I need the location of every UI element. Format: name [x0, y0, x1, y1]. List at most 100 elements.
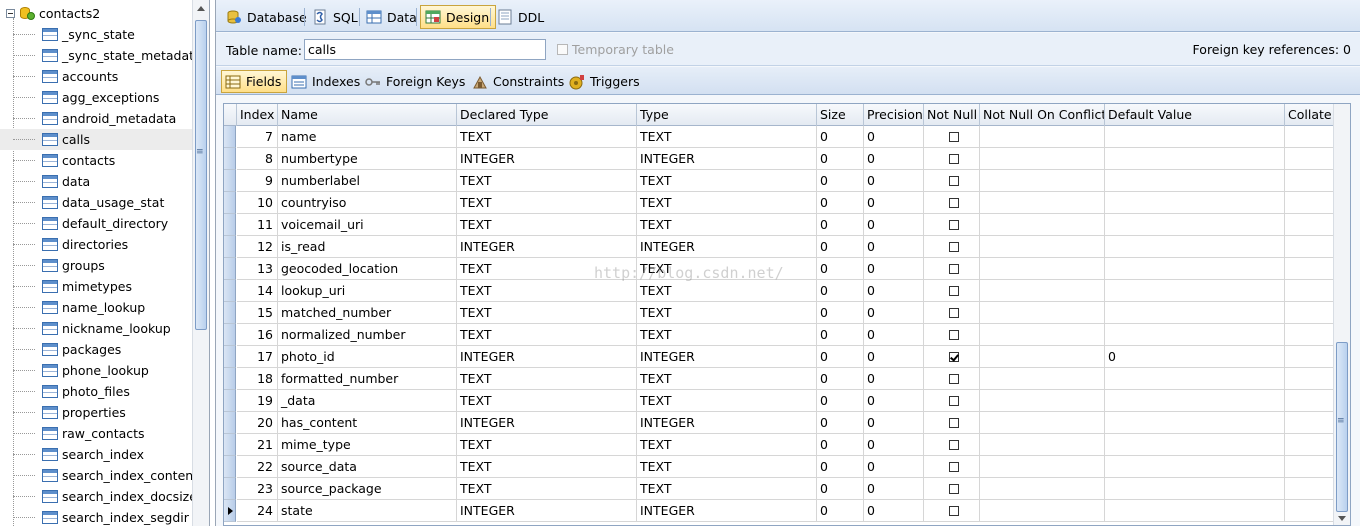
- cell-name[interactable]: lookup_uri: [278, 280, 457, 302]
- tree-scrollbar[interactable]: ≡: [192, 0, 209, 526]
- tree-item-table[interactable]: data: [0, 171, 192, 192]
- scroll-down-arrow-icon[interactable]: [1338, 516, 1346, 521]
- not-null-cell[interactable]: [924, 478, 980, 500]
- not-null-cell[interactable]: [924, 170, 980, 192]
- row-indicator[interactable]: [224, 478, 236, 500]
- cell-declared[interactable]: TEXT: [457, 170, 637, 192]
- not-null-checkbox[interactable]: [949, 330, 959, 340]
- cell-precision[interactable]: 0: [864, 456, 924, 478]
- table-row[interactable]: 12 is_read INTEGER INTEGER 0 0: [224, 236, 1334, 258]
- table-row[interactable]: 21 mime_type TEXT TEXT 0 0: [224, 434, 1334, 456]
- cell-size[interactable]: 0: [817, 302, 864, 324]
- tree-item-table[interactable]: _sync_state: [0, 24, 192, 45]
- cell-name[interactable]: mime_type: [278, 434, 457, 456]
- cell-size[interactable]: 0: [817, 346, 864, 368]
- subtab-fields[interactable]: Fields: [221, 70, 288, 93]
- table-row[interactable]: 22 source_data TEXT TEXT 0 0: [224, 456, 1334, 478]
- tree-item-table[interactable]: contacts: [0, 150, 192, 171]
- cell-name[interactable]: source_package: [278, 478, 457, 500]
- cell-default[interactable]: [1105, 412, 1285, 434]
- table-row[interactable]: 23 source_package TEXT TEXT 0 0: [224, 478, 1334, 500]
- cell-collate[interactable]: [1285, 302, 1334, 324]
- cell-nnconflict[interactable]: [980, 324, 1105, 346]
- row-indicator[interactable]: [224, 434, 236, 456]
- cell-name[interactable]: matched_number: [278, 302, 457, 324]
- cell-index[interactable]: 23: [237, 478, 278, 500]
- table-row[interactable]: 9 numberlabel TEXT TEXT 0 0: [224, 170, 1334, 192]
- tab-database[interactable]: Database: [222, 5, 313, 29]
- table-row[interactable]: 10 countryiso TEXT TEXT 0 0: [224, 192, 1334, 214]
- subtab-constraints[interactable]: Constraints: [469, 70, 569, 93]
- table-row[interactable]: 19 _data TEXT TEXT 0 0: [224, 390, 1334, 412]
- cell-default[interactable]: [1105, 434, 1285, 456]
- row-indicator[interactable]: [224, 148, 236, 170]
- cell-precision[interactable]: 0: [864, 368, 924, 390]
- tab-data[interactable]: Data: [362, 5, 423, 29]
- cell-declared[interactable]: TEXT: [457, 478, 637, 500]
- tree-item-table[interactable]: accounts: [0, 66, 192, 87]
- column-header[interactable]: Index: [237, 104, 278, 126]
- row-indicator[interactable]: [224, 192, 236, 214]
- table-row[interactable]: 11 voicemail_uri TEXT TEXT 0 0: [224, 214, 1334, 236]
- cell-name[interactable]: normalized_number: [278, 324, 457, 346]
- not-null-checkbox[interactable]: [949, 286, 959, 296]
- cell-size[interactable]: 0: [817, 170, 864, 192]
- cell-type[interactable]: INTEGER: [637, 148, 817, 170]
- cell-nnconflict[interactable]: [980, 258, 1105, 280]
- column-header[interactable]: Type: [637, 104, 817, 126]
- cell-size[interactable]: 0: [817, 148, 864, 170]
- cell-name[interactable]: _data: [278, 390, 457, 412]
- row-indicator[interactable]: [224, 302, 236, 324]
- not-null-checkbox[interactable]: [949, 506, 959, 516]
- cell-type[interactable]: TEXT: [637, 368, 817, 390]
- cell-index[interactable]: 7: [237, 126, 278, 148]
- cell-index[interactable]: 11: [237, 214, 278, 236]
- cell-collate[interactable]: [1285, 368, 1334, 390]
- cell-type[interactable]: TEXT: [637, 214, 817, 236]
- cell-size[interactable]: 0: [817, 412, 864, 434]
- cell-collate[interactable]: [1285, 148, 1334, 170]
- not-null-checkbox[interactable]: [949, 352, 959, 362]
- cell-nnconflict[interactable]: [980, 170, 1105, 192]
- tree-item-table[interactable]: agg_exceptions: [0, 87, 192, 108]
- cell-declared[interactable]: TEXT: [457, 390, 637, 412]
- cell-index[interactable]: 17: [237, 346, 278, 368]
- cell-name[interactable]: state: [278, 500, 457, 522]
- tab-design[interactable]: Design: [420, 5, 497, 29]
- tree-item-table[interactable]: nickname_lookup: [0, 318, 192, 339]
- column-header[interactable]: Name: [278, 104, 457, 126]
- cell-nnconflict[interactable]: [980, 280, 1105, 302]
- cell-nnconflict[interactable]: [980, 500, 1105, 522]
- cell-size[interactable]: 0: [817, 236, 864, 258]
- cell-nnconflict[interactable]: [980, 302, 1105, 324]
- cell-name[interactable]: countryiso: [278, 192, 457, 214]
- cell-collate[interactable]: [1285, 324, 1334, 346]
- row-indicator[interactable]: [224, 456, 236, 478]
- cell-name[interactable]: numbertype: [278, 148, 457, 170]
- cell-nnconflict[interactable]: [980, 434, 1105, 456]
- temporary-table-checkbox[interactable]: [557, 44, 568, 55]
- table-row[interactable]: 7 name TEXT TEXT 0 0: [224, 126, 1334, 148]
- not-null-cell[interactable]: [924, 346, 980, 368]
- cell-type[interactable]: TEXT: [637, 456, 817, 478]
- cell-size[interactable]: 0: [817, 434, 864, 456]
- cell-declared[interactable]: TEXT: [457, 302, 637, 324]
- cell-default[interactable]: [1105, 280, 1285, 302]
- tree-item-table[interactable]: photo_files: [0, 381, 192, 402]
- cell-index[interactable]: 9: [237, 170, 278, 192]
- cell-default[interactable]: [1105, 500, 1285, 522]
- cell-precision[interactable]: 0: [864, 302, 924, 324]
- row-indicator[interactable]: [224, 126, 236, 148]
- cell-default[interactable]: [1105, 368, 1285, 390]
- cell-declared[interactable]: TEXT: [457, 434, 637, 456]
- table-row[interactable]: 16 normalized_number TEXT TEXT 0 0: [224, 324, 1334, 346]
- cell-default[interactable]: [1105, 324, 1285, 346]
- cell-nnconflict[interactable]: [980, 148, 1105, 170]
- cell-collate[interactable]: [1285, 346, 1334, 368]
- cell-nnconflict[interactable]: [980, 390, 1105, 412]
- cell-declared[interactable]: INTEGER: [457, 148, 637, 170]
- cell-index[interactable]: 13: [237, 258, 278, 280]
- tab-sql[interactable]: SQL: [308, 5, 364, 29]
- table-row[interactable]: 8 numbertype INTEGER INTEGER 0 0: [224, 148, 1334, 170]
- cell-index[interactable]: 20: [237, 412, 278, 434]
